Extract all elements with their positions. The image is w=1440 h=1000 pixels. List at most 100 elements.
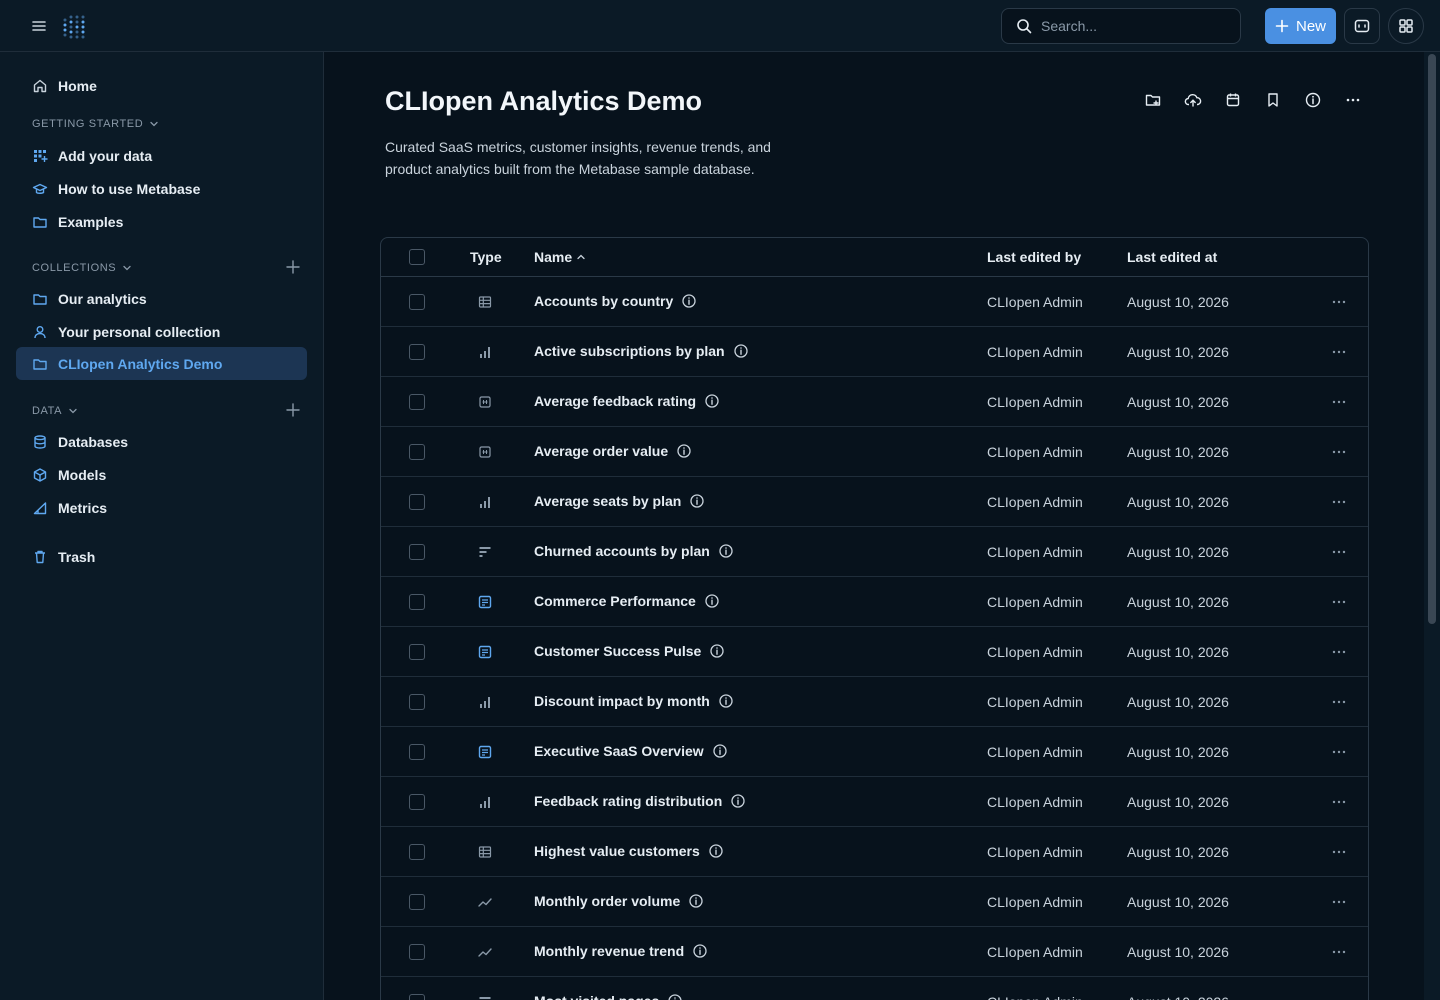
info-icon[interactable] bbox=[689, 493, 705, 509]
metabase-logo-icon[interactable] bbox=[61, 12, 89, 40]
item-name[interactable]: Commerce Performance bbox=[534, 593, 720, 609]
row-more-icon[interactable] bbox=[1329, 793, 1349, 811]
row-more-icon[interactable] bbox=[1329, 343, 1349, 361]
item-name[interactable]: Highest value customers bbox=[534, 843, 724, 859]
scrollbar-thumb[interactable] bbox=[1428, 54, 1436, 624]
item-name[interactable]: Accounts by country bbox=[534, 293, 697, 309]
item-name[interactable]: Customer Success Pulse bbox=[534, 643, 725, 659]
sidebar-item-add-your-data[interactable]: Add your data bbox=[16, 139, 307, 172]
item-name[interactable]: Monthly order volume bbox=[534, 893, 704, 909]
row-checkbox[interactable] bbox=[409, 744, 425, 760]
row-checkbox[interactable] bbox=[409, 994, 425, 1000]
info-icon[interactable] bbox=[712, 743, 728, 759]
row-more-icon[interactable] bbox=[1329, 493, 1349, 511]
select-all-checkbox[interactable] bbox=[409, 249, 425, 265]
item-name[interactable]: Monthly revenue trend bbox=[534, 943, 708, 959]
row-more-icon[interactable] bbox=[1329, 893, 1349, 911]
sidebar-item-your-personal-collection[interactable]: Your personal collection bbox=[16, 315, 307, 348]
info-icon[interactable] bbox=[730, 793, 746, 809]
row-more-icon[interactable] bbox=[1329, 943, 1349, 961]
row-checkbox[interactable] bbox=[409, 594, 425, 610]
sidebar-item-trash[interactable]: Trash bbox=[16, 540, 307, 573]
column-header-name[interactable]: Name bbox=[534, 249, 586, 265]
info-icon[interactable] bbox=[704, 393, 720, 409]
data-section-toggle[interactable]: DATA bbox=[32, 403, 78, 419]
apps-button[interactable] bbox=[1388, 8, 1424, 44]
upload-icon[interactable] bbox=[1183, 90, 1203, 110]
table-row[interactable]: Average order value CLIopen Admin August 1… bbox=[381, 427, 1368, 477]
table-row[interactable]: Most visited pages CLIopen Admin August 10… bbox=[381, 977, 1368, 1000]
info-icon[interactable] bbox=[667, 993, 683, 1000]
table-row[interactable]: Highest value customers CLIopen Admin Augu… bbox=[381, 827, 1368, 877]
row-checkbox[interactable] bbox=[409, 894, 425, 910]
row-checkbox[interactable] bbox=[409, 544, 425, 560]
item-name[interactable]: Most visited pages bbox=[534, 993, 683, 1000]
add-data-plus-icon[interactable] bbox=[284, 401, 302, 419]
info-icon[interactable] bbox=[1303, 90, 1323, 110]
row-more-icon[interactable] bbox=[1329, 393, 1349, 411]
sidebar-item-databases[interactable]: Databases bbox=[16, 425, 307, 458]
sidebar-item-examples[interactable]: Examples bbox=[16, 205, 307, 238]
item-name[interactable]: Average seats by plan bbox=[534, 493, 705, 509]
row-more-icon[interactable] bbox=[1329, 593, 1349, 611]
row-more-icon[interactable] bbox=[1329, 543, 1349, 561]
search-input[interactable]: Search... bbox=[1001, 8, 1241, 44]
row-checkbox[interactable] bbox=[409, 844, 425, 860]
row-checkbox[interactable] bbox=[409, 394, 425, 410]
table-row[interactable]: Accounts by country CLIopen Admin August 1… bbox=[381, 277, 1368, 327]
info-icon[interactable] bbox=[733, 343, 749, 359]
row-checkbox[interactable] bbox=[409, 644, 425, 660]
row-more-icon[interactable] bbox=[1329, 643, 1349, 661]
more-icon[interactable] bbox=[1343, 90, 1363, 110]
info-icon[interactable] bbox=[708, 843, 724, 859]
collections-section-toggle[interactable]: COLLECTIONS bbox=[32, 260, 132, 276]
item-name[interactable]: Discount impact by month bbox=[534, 693, 734, 709]
getting-started-section-toggle[interactable]: GETTING STARTED bbox=[32, 116, 159, 132]
table-row[interactable]: Monthly revenue trend CLIopen Admin August… bbox=[381, 927, 1368, 977]
sidebar-item-cliopen-analytics-demo[interactable]: CLIopen Analytics Demo bbox=[16, 347, 307, 380]
sidebar-item-metrics[interactable]: Metrics bbox=[16, 491, 307, 524]
table-row[interactable]: Feedback rating distribution CLIopen Admi… bbox=[381, 777, 1368, 827]
item-name[interactable]: Average order value bbox=[534, 443, 692, 459]
table-row[interactable]: Customer Success Pulse CLIopen Admin Augus… bbox=[381, 627, 1368, 677]
item-name[interactable]: Average feedback rating bbox=[534, 393, 720, 409]
column-header-type[interactable]: Type bbox=[470, 249, 502, 265]
row-checkbox[interactable] bbox=[409, 794, 425, 810]
row-more-icon[interactable] bbox=[1329, 693, 1349, 711]
info-icon[interactable] bbox=[704, 593, 720, 609]
calendar-icon[interactable] bbox=[1223, 90, 1243, 110]
new-collection-plus-icon[interactable] bbox=[284, 258, 302, 276]
row-more-icon[interactable] bbox=[1329, 843, 1349, 861]
info-icon[interactable] bbox=[676, 443, 692, 459]
info-icon[interactable] bbox=[718, 693, 734, 709]
sidebar-item-home[interactable]: Home bbox=[16, 69, 307, 102]
row-checkbox[interactable] bbox=[409, 494, 425, 510]
move-icon[interactable] bbox=[1143, 90, 1163, 110]
column-header-last-edited-at[interactable]: Last edited at bbox=[1127, 249, 1217, 265]
row-checkbox[interactable] bbox=[409, 694, 425, 710]
sidebar-item-how-to-use-metabase[interactable]: How to use Metabase bbox=[16, 172, 307, 205]
column-header-last-edited-by[interactable]: Last edited by bbox=[987, 249, 1081, 265]
row-more-icon[interactable] bbox=[1329, 443, 1349, 461]
info-icon[interactable] bbox=[681, 293, 697, 309]
metabot-button[interactable] bbox=[1344, 8, 1380, 44]
hamburger-menu-icon[interactable] bbox=[29, 16, 49, 36]
table-row[interactable]: Average feedback rating CLIopen Admin Augu… bbox=[381, 377, 1368, 427]
table-row[interactable]: Executive SaaS Overview CLIopen Admin Augu… bbox=[381, 727, 1368, 777]
bookmark-icon[interactable] bbox=[1263, 90, 1283, 110]
page-title[interactable]: CLIopen Analytics Demo bbox=[385, 86, 702, 117]
row-checkbox[interactable] bbox=[409, 344, 425, 360]
row-more-icon[interactable] bbox=[1329, 993, 1349, 1000]
page-description[interactable]: Curated SaaS metrics, customer insights,… bbox=[385, 136, 785, 180]
table-row[interactable]: Churned accounts by plan CLIopen Admin Aug… bbox=[381, 527, 1368, 577]
new-button[interactable]: New bbox=[1265, 8, 1336, 44]
info-icon[interactable] bbox=[692, 943, 708, 959]
row-more-icon[interactable] bbox=[1329, 293, 1349, 311]
table-row[interactable]: Commerce Performance CLIopen Admin August … bbox=[381, 577, 1368, 627]
info-icon[interactable] bbox=[688, 893, 704, 909]
sidebar-item-models[interactable]: Models bbox=[16, 458, 307, 491]
row-checkbox[interactable] bbox=[409, 944, 425, 960]
info-icon[interactable] bbox=[709, 643, 725, 659]
info-icon[interactable] bbox=[718, 543, 734, 559]
item-name[interactable]: Executive SaaS Overview bbox=[534, 743, 728, 759]
